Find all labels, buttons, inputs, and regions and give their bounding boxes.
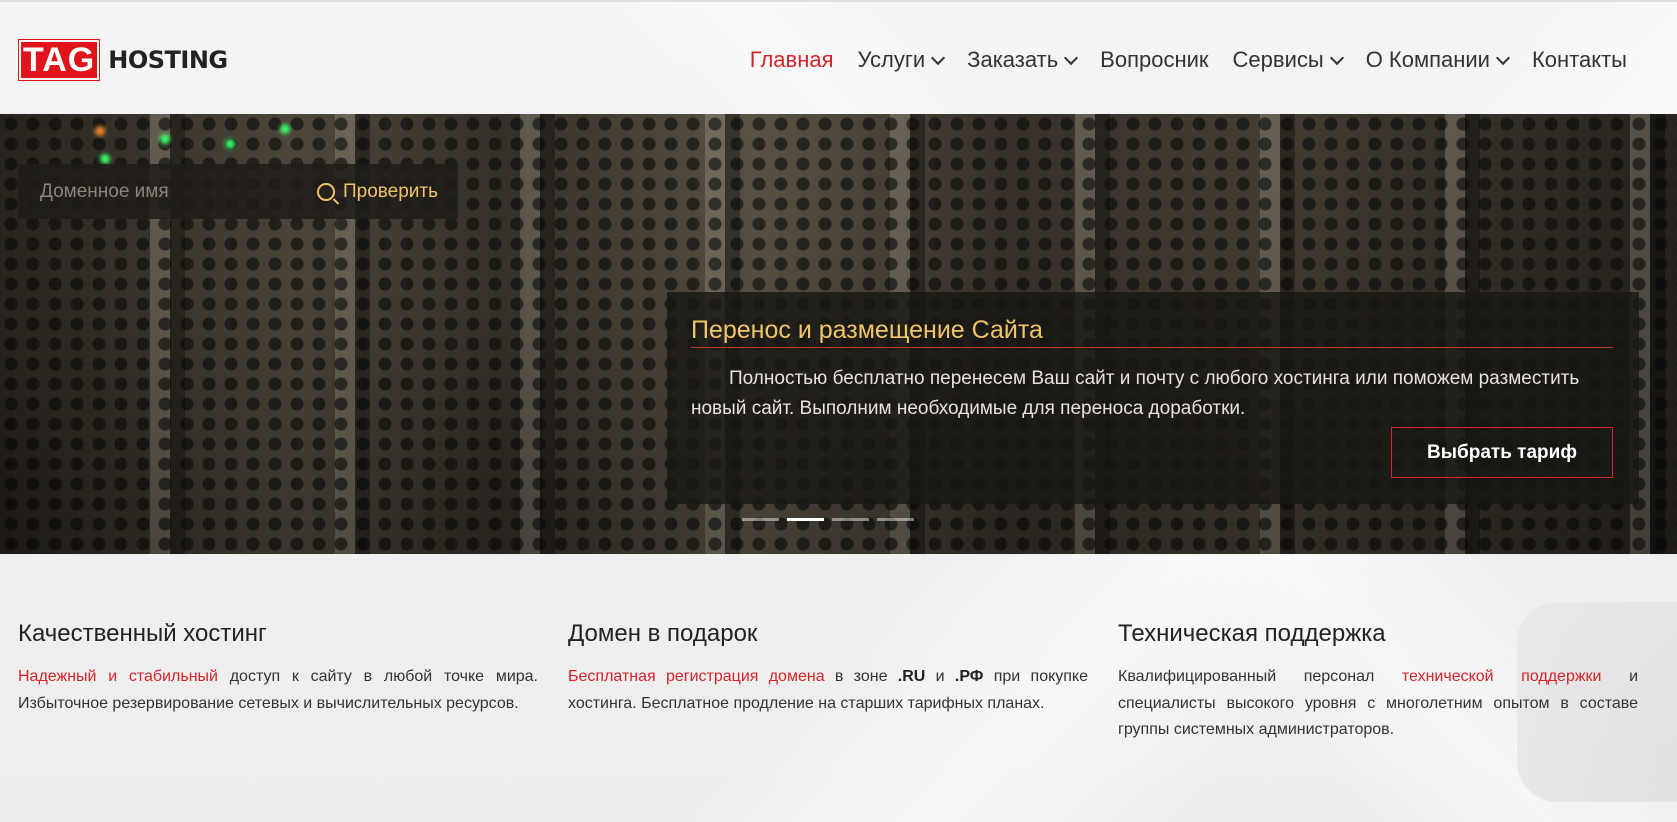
domain-input[interactable] (18, 163, 311, 220)
led-light (225, 139, 235, 149)
nav-item-tools[interactable]: Сервисы (1221, 47, 1354, 73)
check-domain-button[interactable]: Проверить (311, 180, 458, 204)
led-light (280, 124, 290, 134)
feature-text: Квалифицированный персонал технической п… (1118, 664, 1638, 744)
nav-item-about[interactable]: О Компании (1354, 47, 1520, 73)
nav-item-home[interactable]: Главная (738, 47, 846, 73)
nav-item-label: Сервисы (1232, 47, 1324, 72)
slider-dot-active[interactable] (787, 518, 824, 521)
nav-item-label: О Компании (1365, 47, 1490, 72)
check-domain-label: Проверить (342, 180, 438, 202)
slide-text: Полностью бесплатно перенесем Ваш сайт и… (691, 368, 1580, 419)
domain-zone-rf: .РФ (954, 668, 984, 685)
nav-item-order[interactable]: Заказать (955, 47, 1088, 73)
domain-search-box: Проверить (18, 163, 458, 220)
feature-text: Надежный и стабильный доступ к сайту в л… (18, 664, 538, 717)
slider-dot[interactable] (742, 518, 779, 521)
slider-dot[interactable] (832, 518, 869, 521)
feature-link[interactable]: технической поддержки (1402, 668, 1602, 685)
slide-caption: Перенос и размещение Сайта Полностью бес… (667, 292, 1639, 504)
slider-dot[interactable] (877, 518, 914, 521)
feature-text-body: Квалифицированный персонал (1118, 668, 1402, 685)
led-light (95, 126, 105, 136)
nav-item-contacts[interactable]: Контакты (1520, 47, 1639, 73)
logo-hosting: HOSTING (108, 46, 228, 74)
feature-title: Качественный хостинг (18, 620, 267, 647)
logo-tag: TAG (18, 39, 101, 81)
chevron-down-icon (1495, 50, 1511, 65)
slider-dots (742, 518, 914, 521)
logo[interactable]: TAG HOSTING (18, 39, 228, 81)
hero-slider: Проверить Перенос и размещение Сайта Пол… (0, 114, 1677, 554)
site-header: TAG HOSTING Главная Услуги Заказать Вопр… (0, 0, 1677, 114)
domain-zone-ru: .RU (897, 668, 926, 685)
feature-text: Бесплатная регистрация домена в зоне .RU… (568, 664, 1088, 717)
nav-item-questionnaire[interactable]: Вопросник (1088, 47, 1220, 73)
choose-tariff-button[interactable]: Выбрать тариф (1391, 427, 1613, 478)
led-light (160, 134, 170, 144)
nav-item-label: Заказать (967, 47, 1059, 72)
chevron-down-icon (931, 50, 946, 65)
chevron-down-icon (1329, 50, 1344, 65)
nav-item-services[interactable]: Услуги (846, 47, 956, 73)
feature-tech-support: Техническая поддержка Квалифицированный … (1118, 620, 1638, 744)
nav-item-label: Контакты (1531, 47, 1627, 72)
feature-quality-hosting: Качественный хостинг Надежный и стабильн… (18, 620, 538, 744)
nav-item-label: Главная (749, 47, 834, 72)
feature-link[interactable]: Бесплатная регистрация домена (568, 668, 825, 685)
nav-item-label: Услуги (857, 47, 926, 72)
feature-text-body: и (925, 668, 955, 685)
feature-free-domain: Домен в подарок Бесплатная регистрация д… (568, 620, 1088, 744)
nav-item-label: Вопросник (1100, 47, 1209, 72)
slide-title: Перенос и размещение Сайта (691, 316, 1613, 348)
chevron-down-icon (1064, 50, 1079, 65)
feature-title: Домен в подарок (568, 620, 758, 647)
main-nav: Главная Услуги Заказать Вопросник Сервис… (738, 40, 1639, 80)
search-icon (316, 182, 335, 201)
features-section: Качественный хостинг Надежный и стабильн… (18, 620, 1638, 744)
feature-title: Техническая поддержка (1118, 620, 1386, 647)
feature-text-body: в зоне (824, 668, 898, 685)
feature-link[interactable]: Надежный и стабильный (18, 668, 218, 685)
